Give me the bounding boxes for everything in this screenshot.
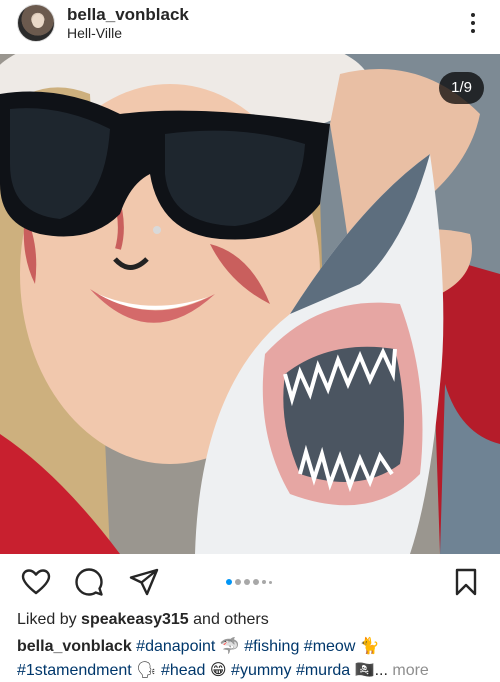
heart-icon[interactable]: [20, 566, 52, 598]
hashtag[interactable]: #yummy: [231, 662, 291, 679]
likes-summary[interactable]: Liked by speakeasy315 and others: [17, 611, 269, 629]
hashtag[interactable]: #danapoint: [136, 638, 215, 655]
more-link[interactable]: more: [392, 662, 428, 679]
liked-by-user[interactable]: speakeasy315: [81, 611, 189, 628]
avatar[interactable]: [17, 4, 55, 42]
location[interactable]: Hell-Ville: [67, 25, 122, 41]
post-image[interactable]: 1/9: [0, 54, 500, 554]
emoji: 🏴‍☠️: [354, 662, 375, 679]
post-header: bella_vonblack Hell-Ville: [0, 0, 500, 54]
caption: bella_vonblack #danapoint 🦈 #fishing #me…: [17, 635, 487, 682]
carousel-dot: [253, 579, 259, 585]
carousel-counter: 1/9: [439, 72, 484, 104]
hashtag[interactable]: #fishing: [244, 638, 299, 655]
emoji: 🗣: [136, 662, 157, 679]
emoji: 🐈: [359, 638, 380, 655]
emoji: 😁: [209, 662, 227, 679]
carousel-indicator: [226, 579, 272, 585]
caption-ellipsis: ...: [374, 662, 388, 679]
carousel-dot: [235, 579, 241, 585]
hashtag[interactable]: #head: [161, 662, 206, 679]
likes-suffix: and others: [188, 611, 269, 628]
comment-icon[interactable]: [73, 566, 105, 598]
carousel-dot: [244, 579, 250, 585]
bookmark-icon[interactable]: [450, 566, 482, 598]
carousel-dot: [269, 580, 272, 584]
username[interactable]: bella_vonblack: [67, 5, 189, 25]
emoji: 🦈: [219, 638, 240, 655]
likes-prefix: Liked by: [17, 611, 82, 628]
post-photo: [0, 54, 500, 554]
hashtag[interactable]: #meow: [304, 638, 356, 655]
hashtag[interactable]: #1stamendment: [17, 662, 132, 679]
carousel-dot: [262, 580, 266, 584]
more-options-icon[interactable]: [458, 8, 488, 38]
hashtag[interactable]: #murda: [296, 662, 350, 679]
caption-author[interactable]: bella_vonblack: [17, 638, 132, 655]
caption-line-1: bella_vonblack #danapoint 🦈 #fishing #me…: [17, 635, 487, 659]
action-bar: [0, 560, 500, 604]
send-icon[interactable]: [128, 566, 160, 598]
caption-line-2: #1stamendment 🗣 #head 😁 #yummy #murda 🏴‍…: [17, 659, 487, 682]
carousel-dot-active: [226, 579, 232, 585]
